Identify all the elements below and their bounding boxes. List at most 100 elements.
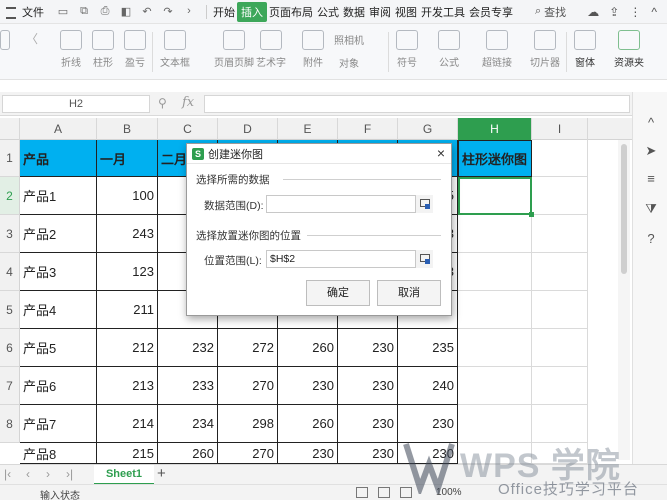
collapse-icon[interactable]: ^ [651,5,657,19]
cell[interactable] [532,140,588,177]
row-header[interactable]: 6 [0,329,20,367]
cell[interactable] [532,329,588,367]
value-cell[interactable]: 270 [218,443,278,464]
value-cell[interactable]: 272 [218,329,278,367]
help-icon[interactable]: ? [642,230,660,248]
preview-icon[interactable]: ◧ [119,5,133,18]
zoom-level[interactable]: 100% [436,487,462,498]
save-icon[interactable]: ▭ [56,5,70,18]
page-break-view-icon[interactable] [400,487,412,498]
tab-insert[interactable]: 插入 [237,1,267,22]
tab-formulas[interactable]: 公式 [315,2,341,22]
close-icon[interactable]: × [437,145,445,161]
equation-button[interactable]: 公式 [438,30,460,69]
page-layout-view-icon[interactable] [378,487,390,498]
cloud-icon[interactable]: ☁ [587,5,599,19]
value-cell[interactable] [458,215,532,253]
value-cell[interactable]: 215 [97,443,158,464]
value-cell[interactable] [458,253,532,291]
column-header-h[interactable]: H [458,118,532,140]
column-header-a[interactable]: A [20,118,97,140]
value-cell[interactable]: 260 [278,405,338,443]
value-cell[interactable]: 240 [398,367,458,405]
ok-button[interactable]: 确定 [306,280,370,306]
select-all-corner[interactable] [0,118,20,140]
header-cell[interactable]: 一月 [97,140,158,177]
location-range-input[interactable]: $H$2 [266,250,433,268]
cell[interactable] [532,443,588,464]
header-footer-button[interactable]: 页眉页脚 [214,30,254,69]
row-header-selected[interactable]: 2 [0,177,20,215]
value-cell[interactable]: 230 [398,443,458,464]
last-sheet-icon[interactable]: ›| [66,467,73,481]
value-cell[interactable]: 100 [97,177,158,215]
slicer-button[interactable]: 切片器 [530,30,560,69]
attachment-button[interactable]: 附件 [302,30,324,69]
row-header[interactable]: 7 [0,367,20,405]
undo-icon[interactable]: ↶ [140,5,154,18]
value-cell[interactable]: 234 [158,405,218,443]
active-cell-h2[interactable] [458,177,534,217]
value-cell[interactable]: 213 [97,367,158,405]
value-cell[interactable]: 260 [278,329,338,367]
range-picker-icon[interactable] [415,250,433,268]
product-cell[interactable]: 产品1 [20,177,97,215]
row-header[interactable]: 3 [0,215,20,253]
product-cell[interactable]: 产品4 [20,291,97,329]
column-header-g[interactable]: G [398,118,458,140]
cell[interactable] [532,367,588,405]
column-header-f[interactable]: F [338,118,398,140]
resource-folder-button[interactable]: 资源夹 [614,30,644,69]
value-cell[interactable]: 232 [158,329,218,367]
value-cell[interactable]: 235 [398,329,458,367]
prev-sheet-icon[interactable]: ‹ [26,467,30,481]
search-box[interactable]: ⌕ 查找 [535,4,566,20]
dialog-title-bar[interactable]: S 创建迷你图 × [187,144,451,164]
redo-icon[interactable]: ↷ [161,5,175,18]
form-button[interactable]: 窗体 [574,30,596,69]
cell[interactable] [532,405,588,443]
value-cell[interactable]: 298 [218,405,278,443]
tab-view[interactable]: 视图 [393,2,419,22]
value-cell[interactable]: 230 [278,367,338,405]
file-menu[interactable]: 文件 [0,4,50,20]
options-icon[interactable]: ⋮ [629,5,641,19]
value-cell[interactable] [458,443,532,464]
value-cell[interactable] [458,329,532,367]
row-header[interactable]: 8 [0,405,20,443]
sparkline-column-button[interactable]: 柱形 [92,30,114,69]
product-cell[interactable]: 产品5 [20,329,97,367]
value-cell[interactable]: 243 [97,215,158,253]
wordart-button[interactable]: 艺术字 [256,30,286,69]
value-cell[interactable]: 230 [338,329,398,367]
range-picker-icon[interactable] [415,195,433,213]
add-sheet-button[interactable]: + [157,465,166,482]
sliders-icon[interactable]: ≡ [642,170,660,188]
collapse-sidebar-icon[interactable]: ^ [642,114,660,132]
row-header[interactable]: 4 [0,253,20,291]
data-range-input[interactable] [266,195,433,213]
row-header[interactable]: 5 [0,291,20,329]
first-sheet-icon[interactable]: |‹ [4,467,11,481]
value-cell[interactable] [458,405,532,443]
print-icon[interactable]: ⎙ [98,5,112,18]
next-sheet-icon[interactable]: › [46,467,50,481]
value-cell[interactable]: 230 [338,367,398,405]
value-cell[interactable]: 230 [398,405,458,443]
tab-home[interactable]: 开始 [211,2,237,22]
tab-page-layout[interactable]: 页面布局 [267,2,315,22]
vertical-scrollbar[interactable] [618,140,630,460]
value-cell[interactable]: 230 [278,443,338,464]
value-cell[interactable] [458,367,532,405]
formula-input[interactable] [204,95,630,113]
sparkline-winloss-button[interactable]: 盈亏 [124,30,146,69]
column-header-c[interactable]: C [158,118,218,140]
sheet-tab-sheet1[interactable]: Sheet1 [94,465,154,485]
cell[interactable] [532,291,588,329]
pointer-icon[interactable]: ➤ [642,142,660,160]
function-button[interactable]: fx [182,95,194,110]
scroll-thumb[interactable] [621,144,627,274]
value-cell[interactable]: 214 [97,405,158,443]
column-header-e[interactable]: E [278,118,338,140]
more-icon[interactable]: › [182,5,196,18]
